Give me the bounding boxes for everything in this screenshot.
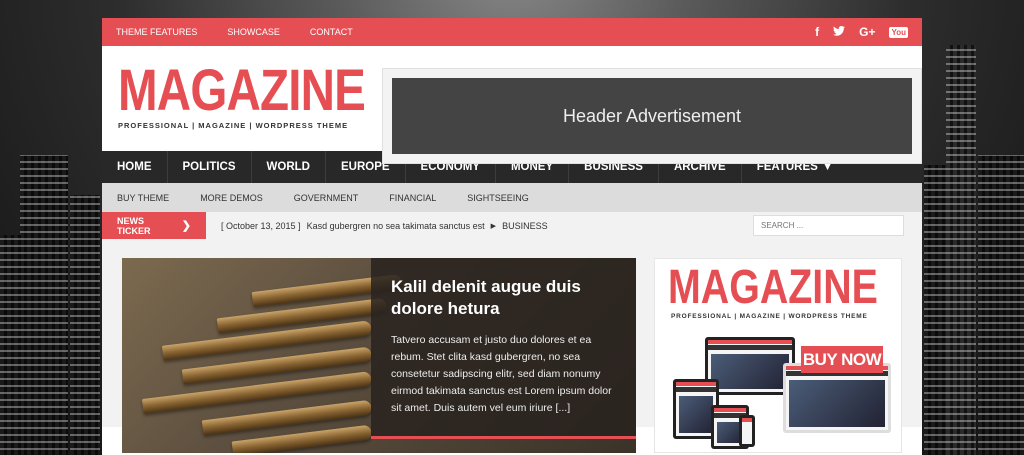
subnav-item-sightseeing[interactable]: SIGHTSEEING bbox=[467, 193, 529, 203]
google-plus-icon[interactable]: G+ bbox=[859, 25, 875, 39]
nav-item-politics[interactable]: POLITICS bbox=[168, 151, 252, 183]
news-ticker-label: NEWS TICKER ❯ bbox=[102, 212, 206, 239]
sidebar-ad-logo: MAGAZINE bbox=[668, 261, 878, 314]
website-frame: THEME FEATURES SHOWCASE CONTACT f G+ You… bbox=[102, 18, 922, 455]
featured-accent-line bbox=[371, 436, 636, 439]
top-link-theme-features[interactable]: THEME FEATURES bbox=[116, 27, 197, 37]
header-ad-text: Header Advertisement bbox=[392, 78, 912, 154]
top-bar: THEME FEATURES SHOWCASE CONTACT f G+ You bbox=[102, 18, 922, 46]
logo-title: MAGAZINE bbox=[118, 58, 366, 123]
news-ticker-label-text: NEWS TICKER bbox=[117, 215, 151, 236]
nav-item-world[interactable]: WORLD bbox=[252, 151, 326, 183]
header-advertisement[interactable]: Header Advertisement bbox=[382, 68, 922, 164]
subnav-item-buy-theme[interactable]: BUY THEME bbox=[117, 193, 169, 203]
subnav-item-financial[interactable]: FINANCIAL bbox=[389, 193, 436, 203]
news-ticker-bar: NEWS TICKER ❯ [ October 13, 2015 ] Kasd … bbox=[102, 212, 922, 239]
social-icons: f G+ You bbox=[815, 25, 908, 39]
news-ticker-item[interactable]: [ October 13, 2015 ] Kasd gubergren no s… bbox=[221, 221, 548, 231]
nav-item-home[interactable]: HOME bbox=[102, 151, 168, 183]
top-link-contact[interactable]: CONTACT bbox=[310, 27, 353, 37]
main-content: Kalil delenit augue duis dolore hetura T… bbox=[102, 239, 922, 453]
site-logo[interactable]: MAGAZINE PROFESSIONAL | MAGAZINE | WORDP… bbox=[118, 58, 419, 131]
secondary-nav: BUY THEME MORE DEMOS GOVERNMENT FINANCIA… bbox=[102, 183, 922, 212]
subnav-item-more-demos[interactable]: MORE DEMOS bbox=[200, 193, 263, 203]
facebook-icon[interactable]: f bbox=[815, 25, 819, 39]
top-nav: THEME FEATURES SHOWCASE CONTACT bbox=[116, 27, 383, 37]
chevron-right-icon: ❯ bbox=[181, 220, 191, 232]
ticker-date: [ October 13, 2015 ] bbox=[221, 220, 301, 231]
featured-post[interactable]: Kalil delenit augue duis dolore hetura T… bbox=[122, 258, 636, 453]
featured-excerpt: Tatvero accusam et justo duo dolores et … bbox=[391, 334, 612, 414]
search-input[interactable] bbox=[753, 215, 904, 236]
caret-right-icon: ▶ bbox=[490, 222, 497, 230]
youtube-icon[interactable]: You bbox=[889, 26, 908, 38]
ticker-category[interactable]: BUSINESS bbox=[502, 221, 548, 231]
sidebar-ad-tagline: PROFESSIONAL | MAGAZINE | WORDPRESS THEM… bbox=[671, 313, 868, 320]
subnav-item-government[interactable]: GOVERNMENT bbox=[294, 193, 359, 203]
top-link-showcase[interactable]: SHOWCASE bbox=[227, 27, 280, 37]
twitter-icon[interactable] bbox=[833, 25, 846, 39]
featured-caption: Kalil delenit augue duis dolore hetura T… bbox=[371, 258, 636, 438]
site-header: MAGAZINE PROFESSIONAL | MAGAZINE | WORDP… bbox=[102, 46, 922, 164]
featured-title[interactable]: Kalil delenit augue duis dolore hetura bbox=[391, 276, 616, 320]
sidebar-advertisement[interactable]: MAGAZINE PROFESSIONAL | MAGAZINE | WORDP… bbox=[654, 258, 902, 453]
ticker-headline[interactable]: Kasd gubergren no sea takimata sanctus e… bbox=[307, 221, 485, 231]
buy-now-button[interactable]: BUY NOW bbox=[801, 346, 883, 373]
